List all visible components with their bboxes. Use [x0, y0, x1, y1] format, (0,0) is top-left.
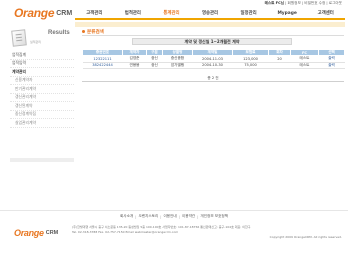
page-header: 분류검색 [82, 28, 344, 36]
gnb-legal[interactable]: 법적관리 [114, 8, 153, 18]
side-item-performance-summary[interactable]: 업적집계 [10, 51, 74, 60]
side-item-performance-input[interactable]: 업적입력 [10, 60, 74, 68]
cell-contract-date: 2004-10-30 [192, 62, 233, 69]
footer-divider [0, 210, 348, 211]
side-item-expiry-contract[interactable]: 만기관리계약 [10, 85, 74, 94]
contract-table: 증권번호 계약자 구분 상품명 계약일 보험료 회차 FC 선택 1232211… [82, 49, 345, 69]
member-info-link[interactable]: 회원정보 [288, 1, 301, 5]
cell-category: 중신 [146, 62, 163, 69]
results-title: Results [48, 30, 70, 36]
results-subtitle: 실적관리 [30, 40, 42, 44]
results-header: Results 실적관리 [10, 28, 74, 48]
footer-logo-mark: Orange [14, 228, 44, 238]
sidebar: Results 실적관리 업적집계 업적입력 계약관리 신용계약자 만기관리계약… [10, 28, 74, 208]
main-content: 분류검색 계약 및 갱신일 1~2개월전 계약 증권번호 계약자 구분 상품명 … [82, 28, 345, 82]
footer-link-story[interactable]: 오렌지스토리 [138, 214, 158, 219]
footer-links: 회사소개 | 오렌지스토리 | 이용안내 | 이용약관 | 개인정보 보호정책 [119, 214, 228, 219]
cell-premium: 75,000 [232, 62, 269, 69]
top-user-info: 테스트 FC님 | 회원정보 | 비밀번호 수정 | 로그아웃 [264, 1, 342, 5]
bullet-icon [82, 30, 85, 33]
table-row[interactable]: 382422444 연봉봉 중신 암가별행 2004-10-30 75,000 … [82, 62, 345, 69]
cell-product: 암가별행 [162, 62, 193, 69]
footer-link-privacy[interactable]: 개인정보 보호정책 [200, 214, 228, 219]
gnb-mypage[interactable]: Mypage [268, 8, 307, 18]
cell-contractor: 연봉봉 [122, 62, 147, 69]
user-name: FC님 [275, 1, 285, 5]
cell-policy-no[interactable]: 382422444 [82, 62, 123, 69]
side-item-renewal-contract[interactable]: 갱신관리계약 [10, 94, 74, 102]
side-item-new-contract[interactable]: 신용계약자 [10, 77, 74, 85]
gnb-subbar [75, 22, 345, 27]
side-item-lapsed-contract[interactable]: 실업관리계약 [10, 119, 74, 128]
footer-copyright: Copyright 2009 OrangeCRM. All rights res… [269, 235, 342, 239]
print-link[interactable]: 출력 [318, 62, 345, 69]
gnb-support[interactable]: 고객센터 [306, 8, 345, 18]
footer-logo-word: CRM [45, 230, 59, 236]
gnb-schedule[interactable]: 일정관리 [229, 8, 268, 18]
footer-link-terms[interactable]: 이용약관 [182, 214, 195, 219]
total-count: 총 2 건 [82, 76, 344, 82]
footer-company-info: (주)한빛대행 서울시 중구 서소문동 135-20 동성빌딩 5층 100-1… [72, 225, 342, 240]
gnb-sales[interactable]: 영송관리 [191, 8, 230, 18]
logo[interactable]: Orange CRM [14, 6, 72, 20]
cell-fc: 테스트 [290, 62, 319, 69]
side-item-renewed-contract[interactable]: 갱신된계약 [10, 102, 74, 111]
footer-link-guide[interactable]: 이용안내 [164, 214, 177, 219]
notebook-icon [11, 29, 27, 47]
footer-logo: Orange CRM [14, 228, 58, 238]
side-item-contract-management[interactable]: 계약관리 [10, 68, 74, 77]
user-prefix: 테스트 [264, 1, 275, 5]
logo-mark: Orange [14, 6, 55, 20]
gnb-stats[interactable]: 통계관리 [152, 8, 191, 18]
side-menu: 업적집계 업적입력 계약관리 신용계약자 만기관리계약 갱신관리계약 갱신된계약… [10, 51, 74, 128]
footer-link-about[interactable]: 회사소개 [120, 214, 133, 219]
gnb-customer[interactable]: 고객관리 [75, 8, 114, 18]
side-item-midterm-contract[interactable]: 중신정계약집 [10, 111, 74, 119]
logout-link[interactable]: 로그아웃 [329, 1, 342, 5]
filter-label: 계약 및 갱신일 1~2개월전 계약 [132, 38, 292, 45]
logo-word: CRM [56, 9, 73, 17]
sidebar-footer-bar [10, 158, 74, 162]
page-title: 분류검색 [87, 29, 104, 35]
cell-count [268, 62, 291, 69]
global-nav: 고객관리 법적관리 통계관리 영송관리 일정관리 Mypage 고객센터 [75, 8, 345, 20]
change-password-link[interactable]: 비밀번호 수정 [304, 1, 325, 5]
